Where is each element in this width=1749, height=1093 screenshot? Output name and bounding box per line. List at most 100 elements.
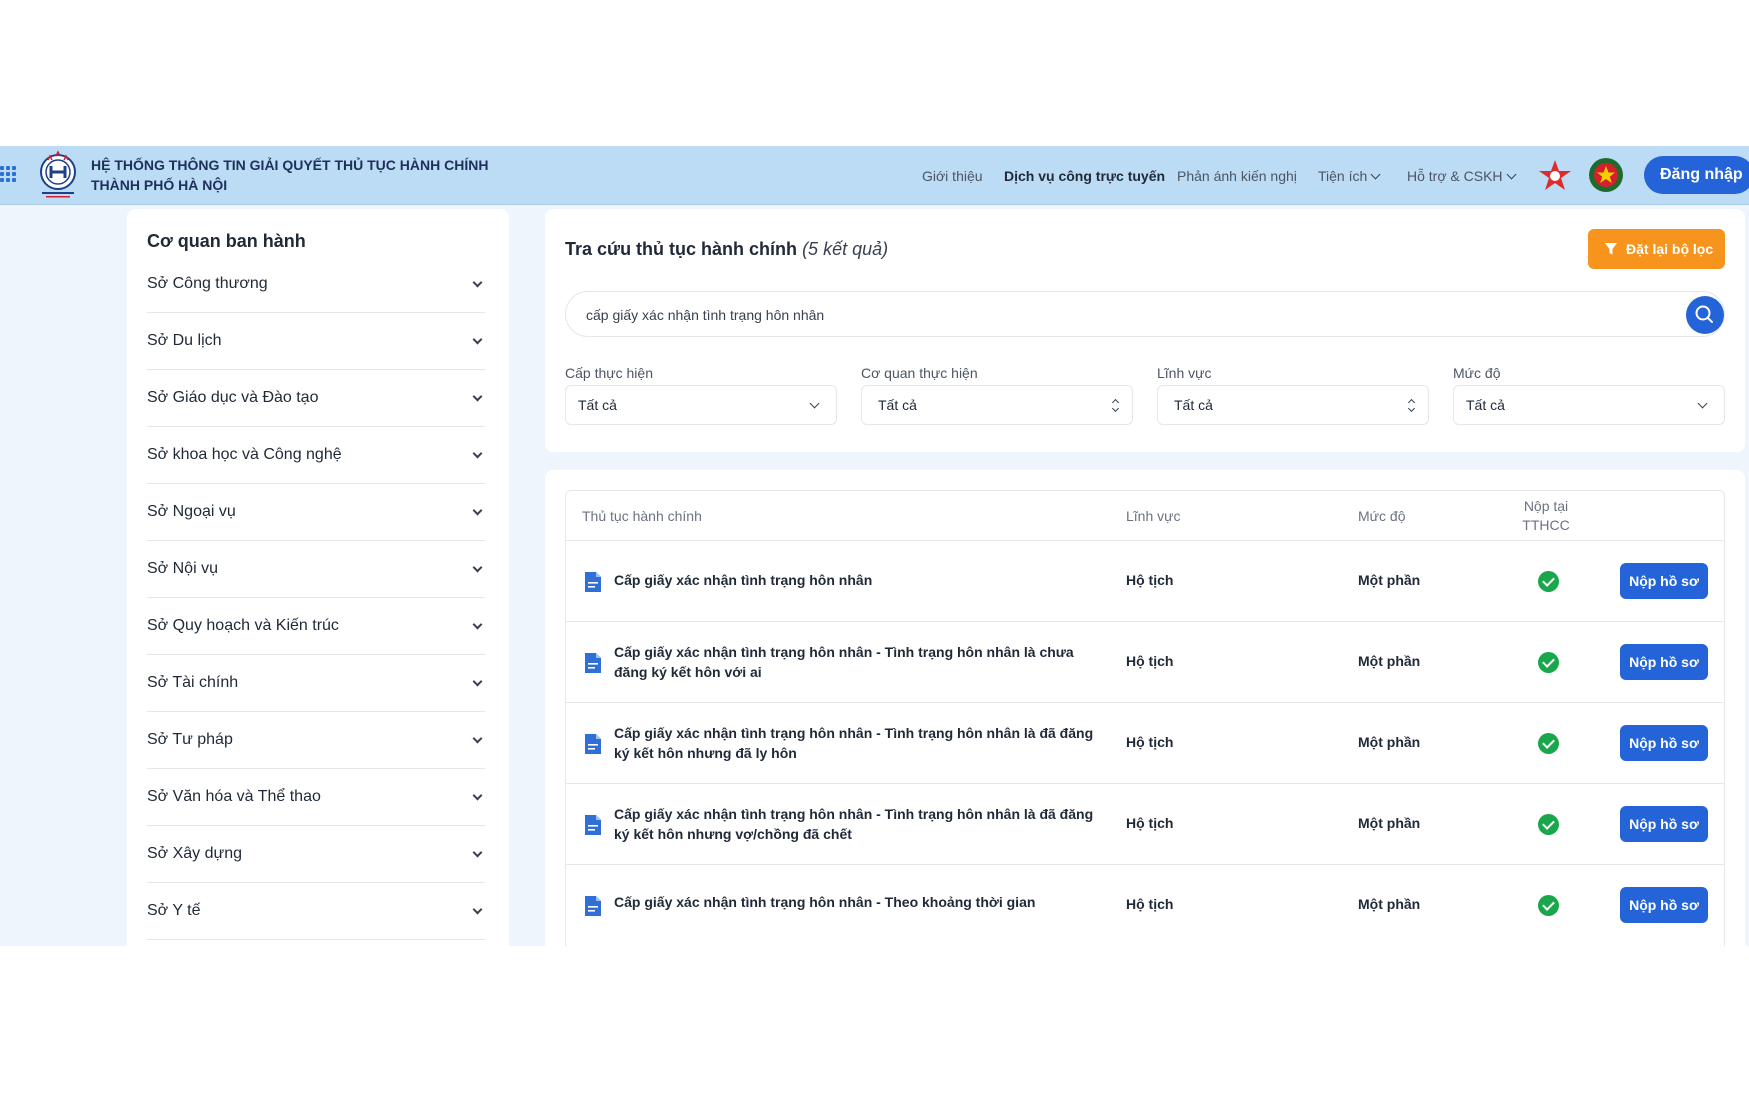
- sidebar-item-label: Sở Ngoại vụ: [147, 503, 236, 520]
- search-button[interactable]: [1686, 296, 1724, 334]
- check-circle-icon: [1538, 571, 1559, 592]
- sidebar-item-label: Sở khoa học và Công nghệ: [147, 446, 342, 463]
- sidebar-item[interactable]: Sở Ngoại vụ: [147, 484, 485, 541]
- nav-phan-anh[interactable]: Phản ánh kiến nghị: [1177, 164, 1297, 188]
- chevron-down-icon: [1506, 169, 1516, 179]
- submit-application-button[interactable]: Nộp hồ sơ: [1620, 887, 1708, 923]
- brand-line-2: THÀNH PHỐ HÀ NỘI: [91, 177, 228, 193]
- search-input[interactable]: [586, 304, 1646, 326]
- submit-application-button[interactable]: Nộp hồ sơ: [1620, 806, 1708, 842]
- seal-logo-icon[interactable]: [1588, 157, 1624, 193]
- chevron-down-icon: [472, 676, 483, 686]
- submit-application-button[interactable]: Nộp hồ sơ: [1620, 644, 1708, 680]
- procedure-field: Hộ tịch: [1126, 815, 1174, 831]
- nav-gioi-thieu[interactable]: Giới thiệu: [922, 164, 983, 188]
- chevron-down-icon: [472, 733, 483, 743]
- top-header: HỆ THỐNG THÔNG TIN GIẢI QUYẾT THỦ TỤC HÀ…: [0, 146, 1749, 205]
- sort-arrows-icon: [1407, 398, 1416, 412]
- login-button[interactable]: Đăng nhập: [1644, 156, 1749, 194]
- procedure-name[interactable]: Cấp giấy xác nhận tình trạng hôn nhân - …: [614, 892, 1104, 912]
- reset-filter-button[interactable]: Đặt lại bộ lọc: [1588, 229, 1725, 269]
- search-box: [565, 291, 1725, 337]
- chevron-down-icon: [472, 562, 483, 572]
- procedure-name[interactable]: Cấp giấy xác nhận tình trạng hôn nhân - …: [614, 723, 1104, 763]
- sidebar-item[interactable]: Sở Du lịch: [147, 313, 485, 370]
- sidebar-item[interactable]: Sở Nội vụ: [147, 541, 485, 598]
- search-icon: [1695, 305, 1713, 323]
- sidebar-item-label: Sở Văn hóa và Thể thao: [147, 788, 321, 805]
- nav-label: Tiện ích: [1318, 168, 1368, 184]
- nav-label: Giới thiệu: [922, 168, 983, 184]
- sidebar-item[interactable]: Sở Xây dựng: [147, 826, 485, 883]
- sidebar-item[interactable]: Sở Tư pháp: [147, 712, 485, 769]
- procedure-field: Hộ tịch: [1126, 653, 1174, 669]
- page-title: Tra cứu thủ tục hành chính (5 kết quả): [565, 239, 888, 260]
- document-icon: [585, 734, 601, 754]
- check-circle-icon: [1538, 895, 1559, 916]
- table-row: Cấp giấy xác nhận tình trạng hôn nhân - …: [566, 864, 1724, 945]
- procedure-level: Một phần: [1358, 572, 1421, 588]
- procedure-name[interactable]: Cấp giấy xác nhận tình trạng hôn nhân - …: [614, 642, 1104, 682]
- grid-icon[interactable]: [0, 166, 16, 182]
- nav-ho-tro[interactable]: Hỗ trợ & CSKH: [1407, 164, 1516, 188]
- sidebar-item-label: Sở Tài chính: [147, 674, 239, 691]
- submit-application-button[interactable]: Nộp hồ sơ: [1620, 725, 1708, 761]
- document-icon: [585, 653, 601, 673]
- filter-label-muc-do: Mức độ: [1453, 365, 1501, 381]
- procedure-name[interactable]: Cấp giấy xác nhận tình trạng hôn nhân - …: [614, 804, 1104, 844]
- nav-label: Dịch vụ công trực tuyến: [1004, 168, 1166, 184]
- sidebar-title: Cơ quan ban hành: [147, 231, 306, 251]
- sidebar-item[interactable]: Sở Văn hóa và Thể thao: [147, 769, 485, 826]
- sidebar-item[interactable]: Sở Giáo dục và Đào tạo: [147, 370, 485, 427]
- sidebar-item[interactable]: Sở Y tế: [147, 883, 485, 940]
- column-header-name: Thủ tục hành chính: [582, 508, 702, 524]
- submit-application-button[interactable]: Nộp hồ sơ: [1620, 563, 1708, 599]
- column-header-submit-center: Nộp tại TTHCC: [1508, 491, 1584, 541]
- nav-label: Phản ánh kiến nghị: [1177, 168, 1297, 184]
- column-header-level: Mức độ: [1358, 508, 1406, 524]
- check-circle-icon: [1538, 814, 1559, 835]
- sort-arrows-icon: [1111, 398, 1120, 412]
- procedure-level: Một phần: [1358, 815, 1421, 831]
- table-row: Cấp giấy xác nhận tình trạng hôn nhân - …: [566, 621, 1724, 702]
- brand-title[interactable]: HỆ THỐNG THÔNG TIN GIẢI QUYẾT THỦ TỤC HÀ…: [91, 155, 488, 195]
- sidebar-item-label: Sở Du lịch: [147, 332, 222, 349]
- sidebar-item[interactable]: Sở Tài chính: [147, 655, 485, 712]
- nav-label: Hỗ trợ & CSKH: [1407, 168, 1503, 184]
- filter-value: Tất cả: [878, 397, 917, 413]
- procedure-name[interactable]: Cấp giấy xác nhận tình trạng hôn nhân: [614, 570, 1104, 590]
- table-row: Cấp giấy xác nhận tình trạng hôn nhân Hộ…: [566, 540, 1724, 621]
- hanoi-emblem-icon[interactable]: [36, 150, 80, 200]
- chevron-down-icon: [472, 334, 483, 344]
- chevron-down-icon: [1697, 398, 1708, 408]
- results-table: Thủ tục hành chính Lĩnh vực Mức độ Nộp t…: [565, 490, 1725, 946]
- results-panel: Thủ tục hành chính Lĩnh vực Mức độ Nộp t…: [545, 470, 1745, 946]
- sidebar-item-label: Sở Y tế: [147, 902, 201, 919]
- nav-tien-ich[interactable]: Tiện ích: [1318, 164, 1381, 188]
- table-row: Cấp giấy xác nhận tình trạng hôn nhân - …: [566, 783, 1724, 864]
- filter-select-muc-do[interactable]: Tất cả: [1453, 385, 1725, 425]
- star-logo-icon[interactable]: [1538, 158, 1572, 192]
- procedure-level: Một phần: [1358, 896, 1421, 912]
- sidebar-item-label: Sở Giáo dục và Đào tạo: [147, 389, 319, 406]
- nav-dich-vu-cong[interactable]: Dịch vụ công trực tuyến: [1004, 164, 1165, 188]
- chevron-down-icon: [1370, 169, 1381, 179]
- filter-select-co-quan[interactable]: Tất cả: [861, 385, 1133, 425]
- filter-select-linh-vuc[interactable]: Tất cả: [1157, 385, 1429, 425]
- page-title-text: Tra cứu thủ tục hành chính: [565, 239, 798, 259]
- sidebar-item-label: Sở Xây dựng: [147, 845, 243, 862]
- sidebar-item[interactable]: Sở Công thương: [147, 256, 485, 313]
- filter-value: Tất cả: [1174, 397, 1213, 413]
- document-icon: [585, 815, 601, 835]
- sidebar-item[interactable]: Sở khoa học và Công nghệ: [147, 427, 485, 484]
- filter-select-cap[interactable]: Tất cả: [565, 385, 837, 425]
- check-circle-icon: [1538, 733, 1559, 754]
- chevron-down-icon: [472, 847, 483, 857]
- document-icon: [585, 572, 601, 592]
- app-viewport: HỆ THỐNG THÔNG TIN GIẢI QUYẾT THỦ TỤC HÀ…: [0, 146, 1749, 946]
- filter-value: Tất cả: [578, 397, 617, 413]
- sidebar-item-label: Sở Công thương: [147, 275, 268, 292]
- sidebar-item-label: Sở Quy hoạch và Kiến trúc: [147, 617, 339, 634]
- procedure-field: Hộ tịch: [1126, 572, 1174, 588]
- sidebar-item[interactable]: Sở Quy hoạch và Kiến trúc: [147, 598, 485, 655]
